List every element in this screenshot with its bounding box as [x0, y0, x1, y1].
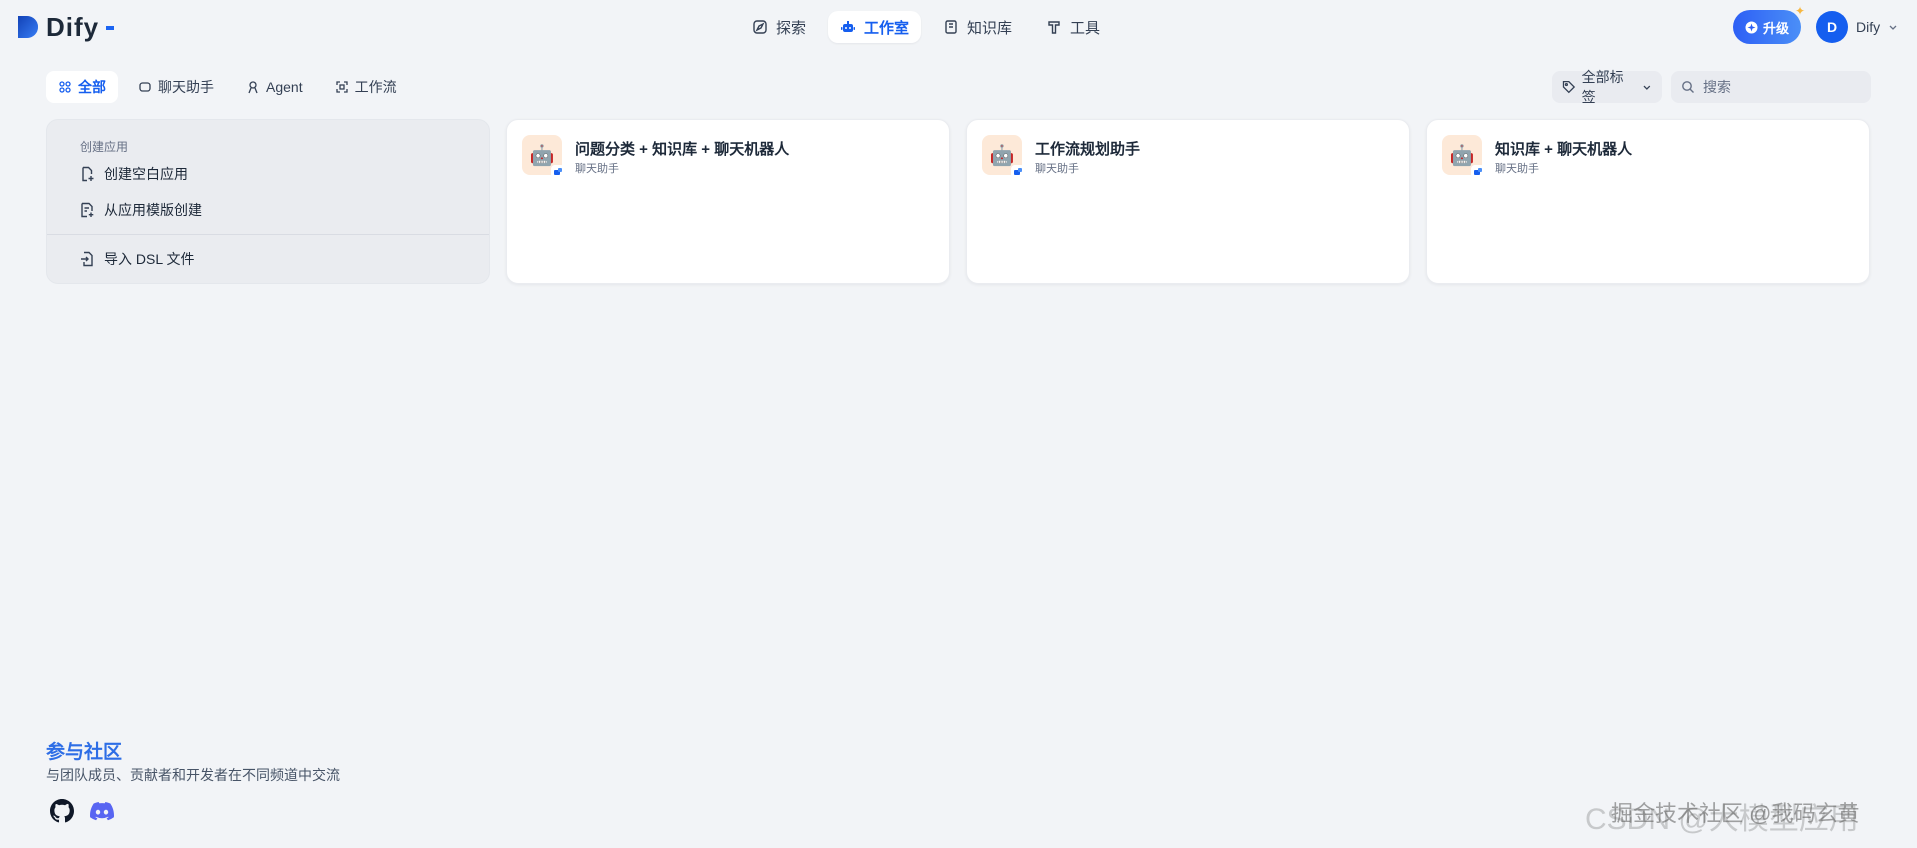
- star-icon: ✦: [1794, 4, 1805, 18]
- nav-explore-label: 探索: [776, 19, 807, 37]
- app-card[interactable]: 🤖 工作流规划助手 聊天助手: [966, 119, 1410, 284]
- divider: [47, 234, 489, 235]
- tab-workflow-label: 工作流: [354, 79, 397, 95]
- logo-dot: [106, 25, 115, 30]
- community-title: 参与社区: [46, 742, 123, 763]
- search-input[interactable]: [1703, 79, 1853, 95]
- create-from-template-label: 从应用模版创建: [104, 202, 202, 218]
- search-box: [1671, 71, 1871, 103]
- import-dsl-button[interactable]: 导入 DSL 文件: [79, 249, 195, 269]
- github-icon: [50, 799, 74, 823]
- tab-all-label: 全部: [78, 79, 106, 95]
- app-type: 聊天助手: [575, 163, 619, 175]
- agent-icon: [248, 81, 258, 94]
- chevron-down-icon: [1889, 25, 1897, 30]
- nav-tools[interactable]: 工具: [1034, 11, 1112, 43]
- nav-studio[interactable]: 工作室: [828, 11, 922, 43]
- chat-type-badge-icon: [1471, 165, 1485, 179]
- top-navbar: Dify 探索 工作室 知识库 工具 升级 ✦ D Dify: [0, 0, 1917, 54]
- brand-name: Dify: [46, 12, 100, 42]
- tab-all[interactable]: 全部: [46, 71, 118, 103]
- watermark-juejin: 掘金技术社区 @我码玄黄: [1611, 801, 1860, 826]
- app-type: 聊天助手: [1035, 163, 1079, 175]
- tab-agent[interactable]: Agent: [234, 71, 315, 103]
- tab-workflow[interactable]: 工作流: [323, 71, 409, 103]
- workflow-icon: [335, 81, 348, 93]
- app-name: 问题分类 + 知识库 + 聊天机器人: [575, 141, 790, 158]
- nav-knowledge-label: 知识库: [967, 19, 1013, 37]
- robot-icon: [841, 21, 856, 32]
- tab-chat-assistant[interactable]: 聊天助手: [126, 71, 226, 103]
- nav-studio-label: 工作室: [864, 19, 910, 37]
- file-import-icon: [81, 251, 93, 267]
- import-dsl-label: 导入 DSL 文件: [104, 251, 195, 267]
- upgrade-button[interactable]: 升级 ✦: [1733, 4, 1805, 44]
- create-blank-app-label: 创建空白应用: [104, 166, 188, 182]
- template-icon: [81, 202, 94, 218]
- nav-explore[interactable]: 探索: [740, 11, 818, 43]
- book-icon: [945, 20, 957, 34]
- tag-filter-dropdown[interactable]: 全部标签: [1552, 69, 1662, 105]
- main-nav: 探索 工作室 知识库 工具: [740, 11, 1112, 43]
- chevron-down-icon: [1643, 85, 1651, 90]
- chat-type-badge-icon: [551, 165, 565, 179]
- grid-icon: [59, 81, 71, 93]
- create-app-title: 创建应用: [80, 140, 129, 154]
- nav-tools-label: 工具: [1070, 19, 1101, 37]
- app-name: 工作流规划助手: [1035, 141, 1141, 158]
- app-type-tabs: 全部 聊天助手 Agent 工作流: [46, 71, 409, 103]
- compass-icon: [753, 20, 767, 34]
- chat-bubble-icon: [139, 82, 151, 92]
- user-name: Dify: [1856, 19, 1881, 35]
- github-link[interactable]: [49, 798, 75, 824]
- discord-link[interactable]: [89, 798, 115, 824]
- community-description: 与团队成员、贡献者和开发者在不同频道中交流: [46, 767, 340, 783]
- nav-knowledge[interactable]: 知识库: [931, 11, 1024, 43]
- create-blank-app-button[interactable]: 创建空白应用: [79, 164, 188, 184]
- tool-icon: [1048, 21, 1060, 34]
- tab-agent-label: Agent: [266, 79, 303, 95]
- tab-chat-assistant-label: 聊天助手: [158, 79, 214, 95]
- discord-icon: [90, 802, 114, 821]
- create-from-template-button[interactable]: 从应用模版创建: [79, 200, 202, 220]
- upgrade-label: 升级: [1762, 20, 1789, 36]
- search-icon: [1682, 81, 1694, 93]
- logo-mark-icon: [18, 15, 38, 38]
- app-card[interactable]: 🤖 知识库 + 聊天机器人 聊天助手: [1426, 119, 1870, 284]
- app-card[interactable]: 🤖 问题分类 + 知识库 + 聊天机器人 聊天助手: [506, 119, 950, 284]
- user-menu[interactable]: D Dify: [1816, 11, 1898, 43]
- file-plus-icon: [82, 166, 94, 182]
- dify-logo[interactable]: Dify: [16, 12, 115, 43]
- chat-type-badge-icon: [1011, 165, 1025, 179]
- sparkle-badge-icon: [1745, 21, 1758, 33]
- tag-filter-label: 全部标签: [1581, 69, 1624, 105]
- tag-icon: [1562, 81, 1576, 94]
- app-type: 聊天助手: [1495, 163, 1539, 175]
- app-name: 知识库 + 聊天机器人: [1495, 141, 1633, 158]
- avatar: D: [1816, 11, 1848, 43]
- create-app-card: 创建应用 创建空白应用 从应用模版创建 导入 DSL 文件: [46, 119, 490, 284]
